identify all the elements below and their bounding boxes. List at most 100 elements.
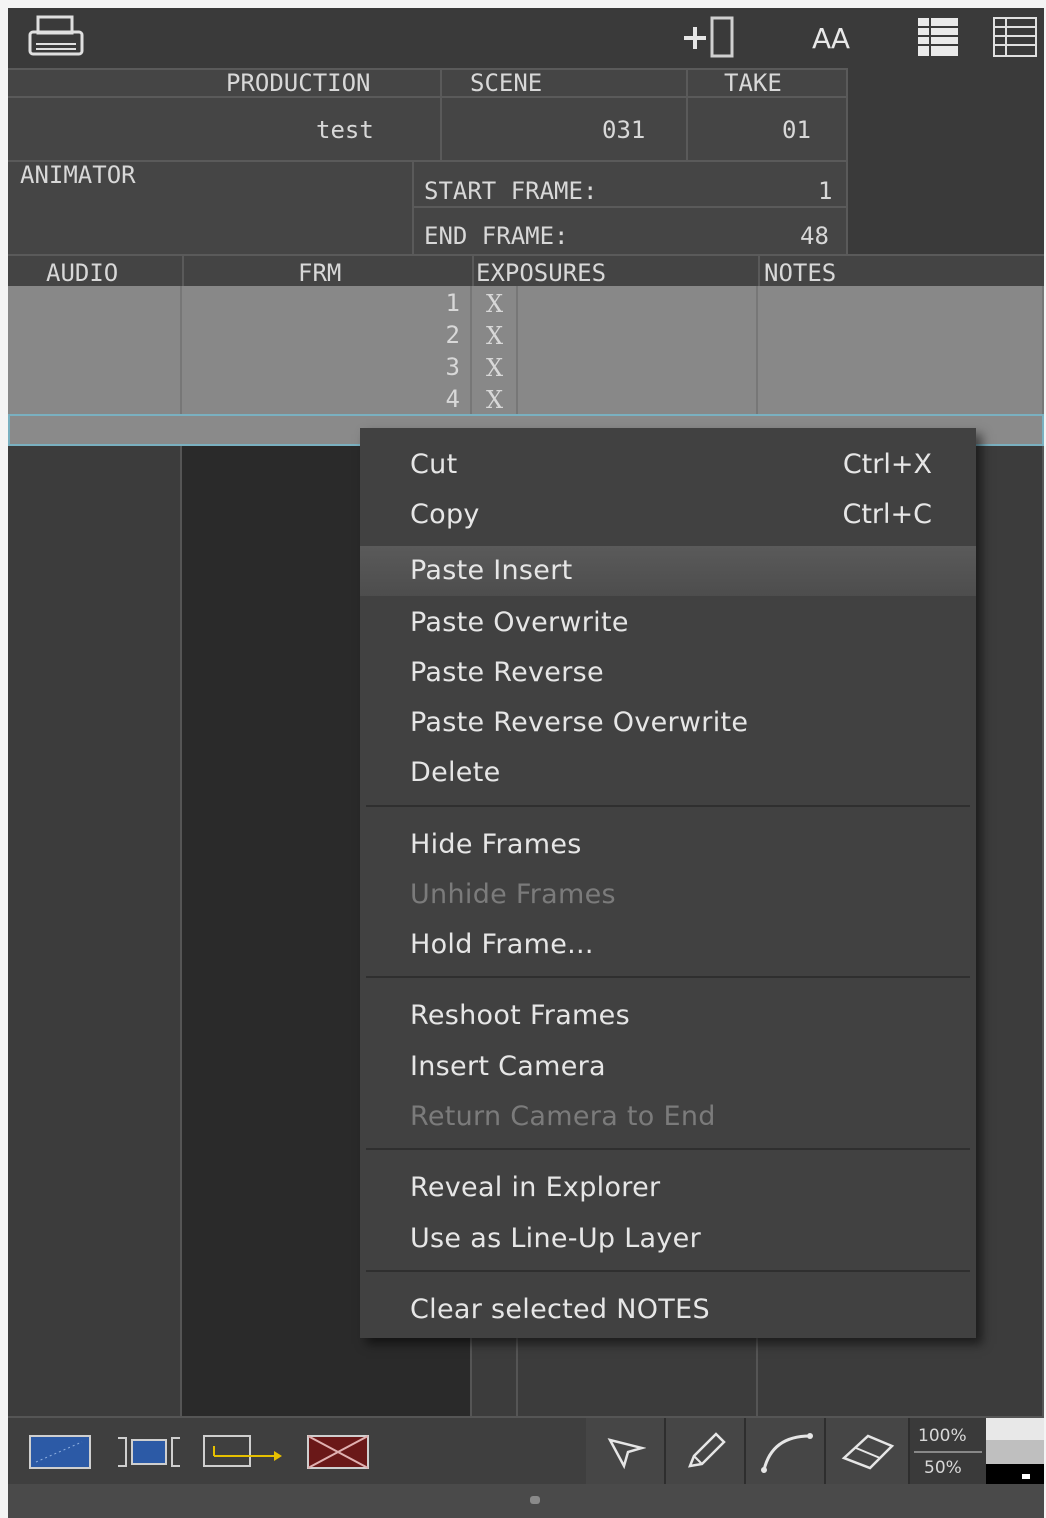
table-row[interactable]: 3X	[8, 350, 1044, 382]
table-row[interactable]: 2X	[8, 318, 1044, 350]
audio-cell[interactable]	[8, 542, 182, 574]
notes-cell[interactable]	[758, 1374, 1044, 1406]
frm-column-header[interactable]: FRM	[298, 261, 341, 285]
audio-cell[interactable]	[8, 766, 182, 798]
curve-tool[interactable]	[746, 1418, 826, 1486]
take-value[interactable]: 01	[782, 118, 811, 142]
delete-cel-icon[interactable]	[306, 1432, 370, 1472]
audio-column-header[interactable]: AUDIO	[46, 261, 118, 285]
audio-cell[interactable]	[8, 958, 182, 990]
resize-grip-icon[interactable]	[530, 1496, 540, 1504]
audio-cell[interactable]	[8, 1118, 182, 1150]
menu-item-paste-insert[interactable]: Paste Insert	[360, 546, 976, 596]
exposure-cell[interactable]	[472, 1342, 518, 1374]
notes-cell[interactable]	[758, 286, 1044, 318]
audio-cell[interactable]	[8, 510, 182, 542]
audio-cell[interactable]	[8, 830, 182, 862]
exposure-cell[interactable]: X	[472, 318, 518, 350]
audio-cell[interactable]	[8, 1246, 182, 1278]
audio-cell[interactable]	[8, 862, 182, 894]
exposures-column-header[interactable]: EXPOSURES	[476, 261, 606, 285]
preview-swatch[interactable]	[986, 1418, 1044, 1486]
menu-item-insert-camera[interactable]: Insert Camera	[360, 1042, 976, 1092]
audio-cell[interactable]	[8, 1278, 182, 1310]
audio-cell[interactable]	[8, 1310, 182, 1342]
menu-item-clear-selected-notes[interactable]: Clear selected NOTES	[360, 1285, 976, 1335]
pencil-tool[interactable]	[666, 1418, 746, 1486]
audio-cell[interactable]	[8, 350, 182, 382]
audio-cell[interactable]	[8, 1086, 182, 1118]
audio-cell[interactable]	[8, 1342, 182, 1374]
menu-item-paste-overwrite[interactable]: Paste Overwrite	[360, 598, 976, 648]
exposure-cell[interactable]	[472, 1374, 518, 1406]
notes-cell[interactable]	[758, 382, 1044, 414]
exposure-cell[interactable]: X	[472, 382, 518, 414]
zoom-100[interactable]: 100%	[918, 1426, 967, 1446]
audio-cell[interactable]	[8, 926, 182, 958]
menu-item-use-as-line-up-layer[interactable]: Use as Line-Up Layer	[360, 1214, 976, 1264]
audio-cell[interactable]	[8, 478, 182, 510]
exposure-cell[interactable]: X	[472, 286, 518, 318]
audio-cell[interactable]	[8, 606, 182, 638]
frm-cell[interactable]: 2	[182, 318, 472, 350]
end-frame-value[interactable]: 48	[800, 224, 829, 248]
frm-cell[interactable]	[182, 1374, 472, 1406]
audio-cell[interactable]	[8, 638, 182, 670]
font-size-icon[interactable]: AA	[812, 22, 872, 62]
notes-cell[interactable]	[758, 318, 1044, 350]
exposure-detail-cell[interactable]	[518, 318, 758, 350]
grid-solid-icon[interactable]	[916, 16, 960, 58]
menu-item-paste-reverse-overwrite[interactable]: Paste Reverse Overwrite	[360, 698, 976, 748]
audio-cell[interactable]	[8, 894, 182, 926]
exposure-cell[interactable]: X	[472, 350, 518, 382]
start-frame-value[interactable]: 1	[818, 179, 832, 203]
audio-cell[interactable]	[8, 574, 182, 606]
arrow-right-icon[interactable]	[202, 1432, 284, 1472]
exposure-detail-cell[interactable]	[518, 382, 758, 414]
add-layer-icon[interactable]	[680, 14, 736, 60]
menu-item-reveal-in-explorer[interactable]: Reveal in Explorer	[360, 1163, 976, 1213]
frm-cell[interactable]	[182, 1342, 472, 1374]
frm-cell[interactable]: 4	[182, 382, 472, 414]
table-row[interactable]	[8, 1342, 1044, 1374]
notes-cell[interactable]	[758, 1342, 1044, 1374]
zoom-50[interactable]: 50%	[924, 1458, 962, 1478]
audio-cell[interactable]	[8, 1054, 182, 1086]
production-value[interactable]: test	[316, 118, 374, 142]
audio-cell[interactable]	[8, 286, 182, 318]
frm-cell[interactable]: 1	[182, 286, 472, 318]
audio-cell[interactable]	[8, 318, 182, 350]
audio-cell[interactable]	[8, 798, 182, 830]
audio-cell[interactable]	[8, 1214, 182, 1246]
audio-cell[interactable]	[8, 1022, 182, 1054]
menu-item-delete[interactable]: Delete	[360, 748, 976, 798]
fit-frame-icon[interactable]	[114, 1432, 184, 1472]
table-row[interactable]	[8, 1374, 1044, 1406]
cel-icon[interactable]	[28, 1432, 92, 1472]
audio-cell[interactable]	[8, 1150, 182, 1182]
frm-cell[interactable]: 3	[182, 350, 472, 382]
audio-cell[interactable]	[8, 446, 182, 478]
printer-icon[interactable]	[26, 14, 88, 62]
scene-value[interactable]: 031	[602, 118, 645, 142]
zoom-panel[interactable]: 100% 50%	[910, 1418, 988, 1486]
eraser-tool[interactable]	[826, 1418, 910, 1486]
menu-item-paste-reverse[interactable]: Paste Reverse	[360, 648, 976, 698]
audio-cell[interactable]	[8, 990, 182, 1022]
grid-outline-icon[interactable]	[992, 16, 1038, 58]
exposure-detail-cell[interactable]	[518, 350, 758, 382]
audio-cell[interactable]	[8, 382, 182, 414]
exposure-detail-cell[interactable]	[518, 1374, 758, 1406]
menu-item-copy[interactable]: Copy Ctrl+C	[360, 490, 976, 540]
audio-cell[interactable]	[8, 702, 182, 734]
menu-item-reshoot-frames[interactable]: Reshoot Frames	[360, 991, 976, 1041]
menu-item-cut[interactable]: Cut Ctrl+X	[360, 440, 976, 490]
exposure-detail-cell[interactable]	[518, 286, 758, 318]
select-tool[interactable]	[586, 1418, 666, 1486]
menu-item-hide-frames[interactable]: Hide Frames	[360, 820, 976, 870]
table-row[interactable]: 4X	[8, 382, 1044, 414]
audio-cell[interactable]	[8, 734, 182, 766]
exposure-detail-cell[interactable]	[518, 1342, 758, 1374]
table-row[interactable]: 1X	[8, 286, 1044, 318]
notes-cell[interactable]	[758, 350, 1044, 382]
